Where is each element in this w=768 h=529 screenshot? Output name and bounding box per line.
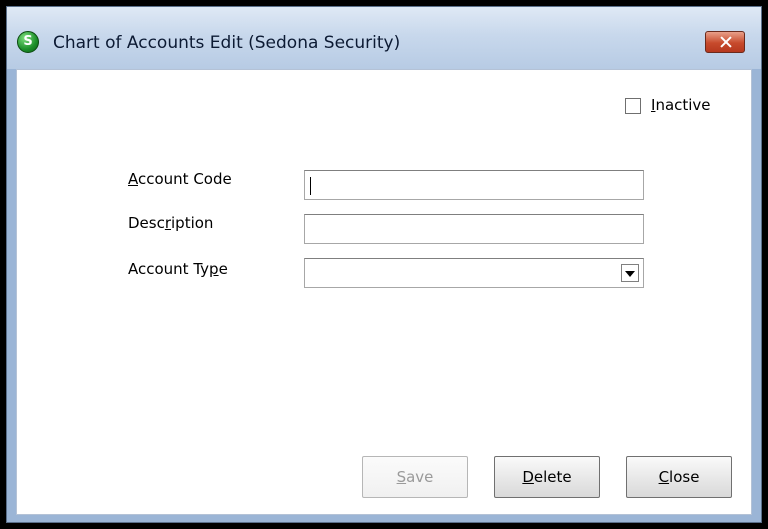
account-code-label: Account Code: [128, 170, 232, 188]
close-window-button[interactable]: [705, 31, 745, 53]
account-type-label: Account Type: [128, 260, 228, 278]
dialog-window: S Chart of Accounts Edit (Sedona Securit…: [6, 6, 762, 523]
text-caret: [310, 177, 311, 195]
close-button[interactable]: Close: [626, 456, 732, 498]
description-label: Description: [128, 214, 214, 232]
account-code-input[interactable]: [304, 170, 644, 200]
inactive-checkbox[interactable]: [625, 98, 641, 114]
dropdown-arrow-icon[interactable]: [621, 264, 639, 282]
inactive-label[interactable]: Inactive: [651, 96, 711, 114]
window-title: Chart of Accounts Edit (Sedona Security): [53, 33, 401, 53]
delete-button[interactable]: Delete: [494, 456, 600, 498]
title-bar[interactable]: S Chart of Accounts Edit (Sedona Securit…: [7, 7, 761, 69]
sedona-app-icon: S: [17, 31, 39, 53]
description-input[interactable]: [304, 214, 644, 244]
dialog-client-area: Inactive Account Code Description Accoun…: [16, 69, 752, 515]
app-icon-letter: S: [23, 34, 33, 49]
account-type-select[interactable]: [304, 258, 644, 288]
save-button[interactable]: Save: [362, 456, 468, 498]
